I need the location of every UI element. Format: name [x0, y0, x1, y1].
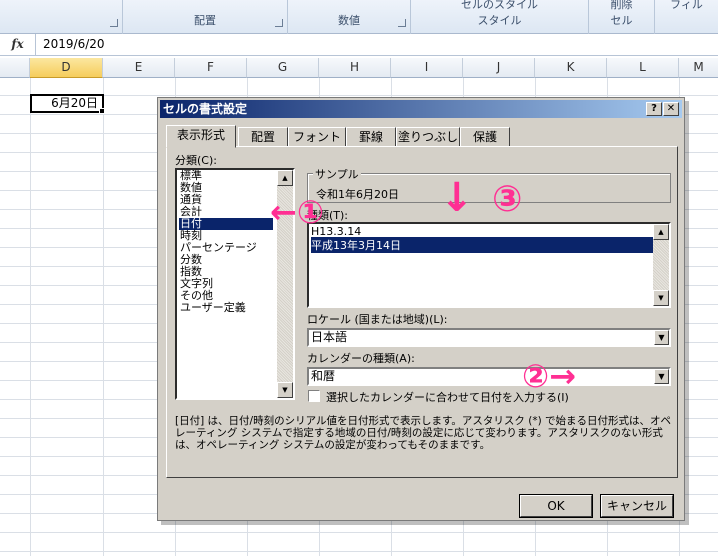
dialog-launcher-icon[interactable]: [275, 19, 283, 27]
locale-select[interactable]: 日本語 ▼: [307, 328, 671, 347]
dialog-titlebar[interactable]: セルの書式設定 ? ✕: [160, 100, 682, 118]
calendar-input-checkbox[interactable]: [308, 390, 320, 402]
locale-value: 日本語: [311, 330, 348, 344]
ribbon-group-alignment: 配置: [123, 0, 288, 34]
tab-border[interactable]: 罫線: [346, 127, 396, 147]
format-cells-dialog: セルの書式設定 ? ✕ 表示形式 配置 フォント 罫線 塗りつぶし 保護 分類(…: [157, 97, 685, 521]
ribbon-group-editing: フィル: [655, 0, 718, 34]
ribbon-group-cells: 削除 セル: [589, 0, 655, 34]
sample-label: サンプル: [313, 166, 361, 182]
calendar-value: 和暦: [311, 369, 336, 383]
tab-number[interactable]: 表示形式: [166, 125, 236, 148]
grid-hline: [0, 95, 718, 96]
annotation-arrow-down: ↓: [440, 175, 474, 221]
calendar-label: カレンダーの種類(A):: [307, 352, 415, 365]
number-panel: 分類(C): 標準 数値 通貨 会計 日付 時刻 パーセンテージ 分数 指数 文…: [166, 146, 678, 478]
delete-button[interactable]: 削除: [589, 0, 654, 12]
type-list[interactable]: H13.3.14 平成13年3月14日 ▲ ▼: [307, 222, 671, 308]
annotation-3: ③: [492, 179, 523, 220]
dialog-title: セルの書式設定: [163, 102, 248, 116]
sample-groupbox: 令和1年6月20日: [307, 173, 671, 203]
annotation-1: ←①: [270, 193, 324, 231]
column-header-j[interactable]: J: [463, 58, 535, 78]
tab-fill[interactable]: 塗りつぶし: [396, 127, 460, 147]
column-header-h[interactable]: H: [319, 58, 391, 78]
close-button[interactable]: ✕: [663, 102, 679, 116]
dropdown-arrow-icon[interactable]: ▼: [654, 330, 669, 345]
type-item-selected[interactable]: 平成13年3月14日: [311, 237, 653, 253]
ribbon-group-label: スタイル: [477, 14, 522, 27]
scroll-up-icon[interactable]: ▲: [277, 170, 293, 186]
dropdown-arrow-icon[interactable]: ▼: [654, 369, 669, 384]
scroll-up-icon[interactable]: ▲: [653, 224, 669, 240]
fill-handle[interactable]: [99, 108, 105, 114]
column-header-l[interactable]: L: [607, 58, 679, 78]
fill-button[interactable]: フィル: [655, 0, 718, 12]
annotation-2: ②→: [522, 357, 576, 395]
ribbon-group-font: [0, 0, 123, 34]
ribbon-group-label: 配置: [194, 14, 216, 27]
grid-hline: [0, 532, 718, 533]
column-header-f[interactable]: F: [175, 58, 247, 78]
category-item[interactable]: ユーザー定義: [179, 302, 273, 314]
ok-button[interactable]: OK: [520, 495, 592, 517]
scroll-down-icon[interactable]: ▼: [653, 290, 669, 306]
column-header-k[interactable]: K: [535, 58, 607, 78]
dialog-launcher-icon[interactable]: [110, 19, 118, 27]
category-label: 分類(C):: [175, 154, 217, 167]
grid-vline: [30, 78, 31, 556]
cancel-button[interactable]: キャンセル: [601, 495, 673, 517]
column-header-e[interactable]: E: [103, 58, 175, 78]
ribbon-group-label: 数値: [338, 14, 360, 27]
cell-styles-button[interactable]: セルのスタイル: [411, 0, 588, 12]
ribbon-group-label: セル: [610, 14, 633, 27]
ribbon-group-number: 数値: [288, 0, 411, 34]
grid-hline: [0, 551, 718, 552]
type-scrollbar[interactable]: ▲ ▼: [653, 224, 669, 306]
format-description: [日付] は、日付/時刻のシリアル値を日付形式で表示します。アスタリスク (*)…: [175, 415, 672, 451]
grid-vline: [103, 78, 104, 556]
tab-alignment[interactable]: 配置: [238, 127, 288, 147]
column-header-g[interactable]: G: [247, 58, 319, 78]
ribbon: 配置 数値 セルのスタイル スタイル 削除 セル フィル: [0, 0, 718, 34]
locale-label: ロケール (国または地域)(L):: [307, 313, 448, 326]
tab-font[interactable]: フォント: [288, 127, 346, 147]
active-cell-d[interactable]: 6月20日: [30, 94, 104, 113]
column-header-d[interactable]: D: [30, 58, 103, 78]
ribbon-group-styles: セルのスタイル スタイル: [411, 0, 589, 34]
select-all-corner[interactable]: [0, 58, 30, 78]
formula-input[interactable]: 2019/6/20: [43, 37, 105, 51]
insert-function-icon[interactable]: fx: [0, 34, 36, 56]
column-header-i[interactable]: I: [391, 58, 463, 78]
help-button[interactable]: ?: [646, 102, 662, 116]
dialog-launcher-icon[interactable]: [398, 19, 406, 27]
tab-protection[interactable]: 保護: [460, 127, 510, 147]
formula-bar: fx 2019/6/20: [0, 34, 718, 56]
column-header-m[interactable]: M: [679, 58, 718, 78]
scroll-down-icon[interactable]: ▼: [277, 382, 293, 398]
calendar-select[interactable]: 和暦 ▼: [307, 367, 671, 386]
sample-value: 令和1年6月20日: [316, 188, 399, 201]
